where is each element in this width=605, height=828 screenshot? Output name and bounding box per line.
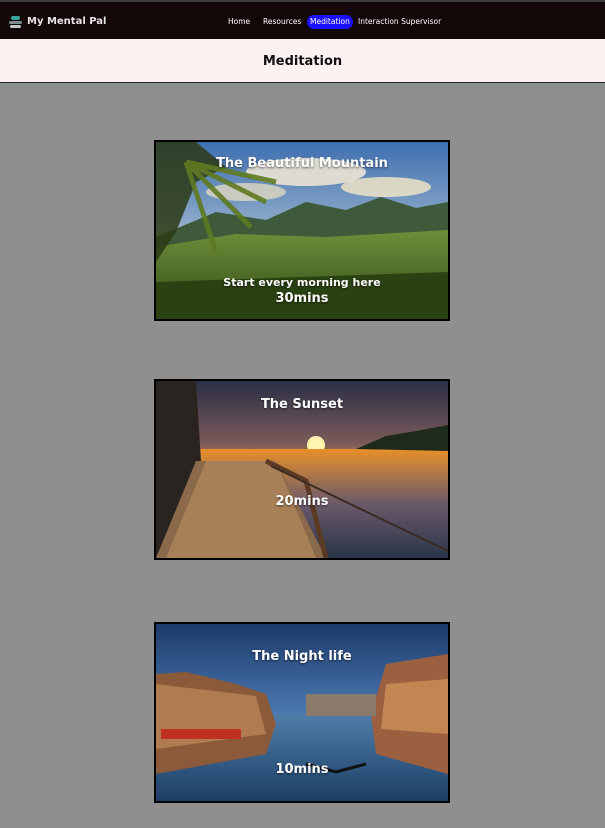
meditation-card-mountain[interactable]: The Beautiful Mountain Start every morni… <box>154 140 450 321</box>
page-header: Meditation <box>0 39 605 83</box>
card-title: The Sunset <box>260 397 344 412</box>
nav-link-interaction-supervisor[interactable]: Interaction Supervisor <box>358 15 441 29</box>
nav-link-resources[interactable]: Resources <box>263 15 301 29</box>
card-title: The Night life <box>252 649 352 664</box>
card-duration: 20mins <box>275 494 329 509</box>
nav-link-home[interactable]: Home <box>228 15 250 29</box>
meditation-card-night-life[interactable]: The Night life 10mins <box>154 622 450 803</box>
top-navbar: My Mental Pal Home Resources Meditation … <box>0 0 605 39</box>
meditation-card-sunset[interactable]: The Sunset 20mins <box>154 379 450 560</box>
card-subtitle: Start every morning here <box>223 276 381 289</box>
nav-links: Home Resources Meditation Interaction Su… <box>0 15 605 29</box>
card-title: The Beautiful Mountain <box>216 156 388 171</box>
nav-link-meditation[interactable]: Meditation <box>307 15 353 29</box>
page-title: Meditation <box>262 54 343 69</box>
card-duration: 30mins <box>275 291 329 306</box>
card-duration: 10mins <box>275 762 329 777</box>
